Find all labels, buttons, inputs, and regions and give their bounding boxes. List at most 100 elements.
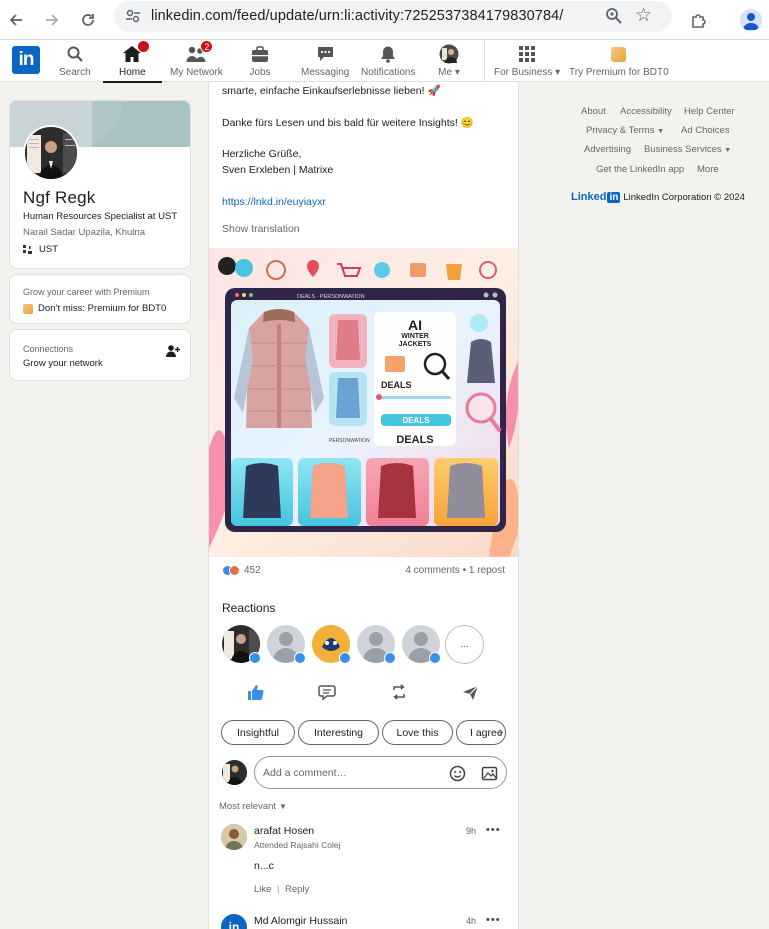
browser-profile-button[interactable] bbox=[737, 6, 765, 34]
connections-card[interactable]: Connections Grow your network bbox=[9, 329, 191, 381]
nav-search[interactable]: Search bbox=[59, 44, 91, 82]
profile-company[interactable]: UST bbox=[23, 244, 58, 255]
footer-help-center[interactable]: Help Center bbox=[684, 106, 735, 117]
premium-offer[interactable]: Don’t miss: Premium for BDT0 bbox=[23, 303, 166, 314]
chip-love-this[interactable]: Love this bbox=[382, 720, 453, 745]
nav-try-premium[interactable]: Try Premium for BDT0 bbox=[569, 44, 669, 82]
linkedin-wordmark-logo: Linked in bbox=[571, 191, 621, 203]
footer-ad-choices[interactable]: Ad Choices bbox=[681, 125, 730, 136]
browser-toolbar: linkedin.com/feed/update/urn:li:activity… bbox=[0, 0, 769, 40]
back-button[interactable] bbox=[2, 6, 30, 34]
like-badge-icon bbox=[429, 652, 441, 664]
nav-for-business[interactable]: For Business ▾ bbox=[494, 44, 560, 82]
nav-label: Messaging bbox=[301, 67, 350, 78]
reload-button[interactable] bbox=[74, 6, 102, 34]
chip-insightful[interactable]: Insightful bbox=[221, 720, 295, 745]
reaction-icons bbox=[222, 565, 240, 576]
sort-dropdown[interactable]: Most relevant ▼ bbox=[219, 801, 287, 812]
briefcase-icon bbox=[249, 44, 271, 64]
address-bar[interactable]: linkedin.com/feed/update/urn:li:activity… bbox=[114, 1, 672, 32]
like-badge-icon bbox=[294, 652, 306, 664]
repost-button[interactable] bbox=[389, 682, 409, 702]
zoom-icon[interactable] bbox=[604, 6, 624, 26]
send-button[interactable] bbox=[460, 682, 480, 702]
arrow-right-icon bbox=[46, 14, 59, 26]
chip-interesting[interactable]: Interesting bbox=[298, 720, 379, 745]
profile-photo[interactable] bbox=[23, 125, 79, 181]
linkedin-nav: in Search Home 2 My Network Jobs Messagi… bbox=[0, 40, 769, 83]
site-info-icon[interactable] bbox=[123, 6, 143, 26]
network-badge: 2 bbox=[200, 40, 214, 53]
footer-privacy-terms[interactable]: Privacy & Terms ▼ bbox=[586, 125, 664, 136]
grid-icon bbox=[516, 44, 538, 64]
image-icon[interactable] bbox=[481, 765, 498, 782]
svg-text:DEALS: DEALS bbox=[381, 380, 412, 390]
nav-messaging[interactable]: Messaging bbox=[301, 44, 349, 82]
commenter-avatar[interactable] bbox=[221, 824, 247, 850]
bookmark-star-icon[interactable]: ☆ bbox=[635, 4, 652, 27]
footer-business-services[interactable]: Business Services ▼ bbox=[644, 144, 731, 155]
footer-more[interactable]: More bbox=[697, 164, 719, 175]
extensions-button[interactable] bbox=[685, 6, 713, 34]
forward-button[interactable] bbox=[38, 6, 66, 34]
profile-card[interactable]: Ngf Regk Human Resources Specialist at U… bbox=[9, 100, 191, 269]
comment-like-button[interactable]: Like bbox=[254, 884, 271, 895]
comment-button[interactable] bbox=[317, 682, 337, 702]
like-badge-icon bbox=[339, 652, 351, 664]
footer-get-app[interactable]: Get the LinkedIn app bbox=[596, 164, 684, 175]
svg-text:PERSONWATION: PERSONWATION bbox=[329, 438, 370, 444]
repost-icon bbox=[393, 684, 405, 700]
url-text[interactable]: linkedin.com/feed/update/urn:li:activity… bbox=[151, 8, 563, 24]
nav-my-network[interactable]: 2 My Network bbox=[170, 40, 223, 82]
post-text-line: Danke fürs Lesen und bis bald für weiter… bbox=[222, 117, 474, 129]
chips-next-icon[interactable]: › bbox=[499, 724, 503, 739]
nav-home[interactable]: Home bbox=[103, 40, 162, 83]
nav-label: For Business ▾ bbox=[494, 67, 561, 78]
svg-text:JACKETS: JACKETS bbox=[399, 341, 432, 348]
send-icon bbox=[462, 685, 478, 700]
commenter-name[interactable]: Md Alomgir Hussain bbox=[254, 915, 347, 927]
footer-about[interactable]: About bbox=[581, 106, 606, 117]
comment-text: n...c bbox=[254, 860, 274, 872]
more-reactions-button[interactable]: ... bbox=[445, 625, 484, 664]
footer-accessibility[interactable]: Accessibility bbox=[620, 106, 672, 117]
footer-advertising[interactable]: Advertising bbox=[584, 144, 631, 155]
thumbs-up-icon bbox=[248, 685, 264, 700]
premium-card[interactable]: Grow your career with Premium Don’t miss… bbox=[9, 274, 191, 324]
premium-icon bbox=[608, 44, 630, 64]
nav-label: Home bbox=[119, 67, 146, 78]
commenter-name[interactable]: arafat Hosen bbox=[254, 825, 314, 837]
comments-reposts-count[interactable]: 4 comments • 1 repost bbox=[405, 565, 505, 576]
show-translation-button[interactable]: Show translation bbox=[222, 223, 300, 235]
post-link[interactable]: https://lnkd.in/euyiayxr bbox=[222, 196, 326, 208]
profile-name[interactable]: Ngf Regk bbox=[23, 188, 95, 208]
emoji-icon[interactable] bbox=[449, 765, 466, 782]
post-detail: smarte, einfache Einkaufserlebnisse lieb… bbox=[208, 82, 519, 929]
post-image[interactable]: DEALS · PERSONWATION AI WINTER JACKETS D… bbox=[209, 248, 518, 557]
comment-input[interactable] bbox=[263, 764, 443, 782]
premium-offer-label: Don’t miss: Premium for BDT0 bbox=[38, 303, 167, 314]
nav-divider bbox=[484, 40, 485, 81]
svg-text:DEALS: DEALS bbox=[396, 434, 433, 446]
comment-reply-button[interactable]: Reply bbox=[285, 884, 309, 895]
comment-box[interactable] bbox=[254, 756, 507, 789]
like-button[interactable] bbox=[245, 682, 265, 702]
me-avatar bbox=[438, 44, 460, 64]
chat-icon bbox=[314, 44, 336, 64]
grow-network-label: Grow your network bbox=[23, 358, 103, 369]
linkedin-logo[interactable]: in bbox=[12, 46, 40, 74]
nav-me[interactable]: Me ▾ bbox=[438, 44, 460, 82]
arrow-left-icon bbox=[9, 14, 22, 26]
nav-label: Notifications bbox=[361, 67, 416, 78]
comment-options-icon[interactable]: ••• bbox=[486, 914, 501, 926]
reaction-count[interactable]: 452 bbox=[222, 565, 261, 576]
company-name: UST bbox=[39, 244, 58, 255]
comment-options-icon[interactable]: ••• bbox=[486, 824, 501, 836]
nav-label: My Network bbox=[170, 67, 223, 78]
home-icon bbox=[121, 40, 151, 64]
comment-time: 9h bbox=[466, 826, 477, 836]
connections-label: Connections bbox=[23, 344, 74, 354]
commenter-avatar[interactable]: in bbox=[221, 914, 247, 929]
nav-notifications[interactable]: Notifications bbox=[361, 44, 415, 82]
nav-jobs[interactable]: Jobs bbox=[249, 44, 271, 82]
